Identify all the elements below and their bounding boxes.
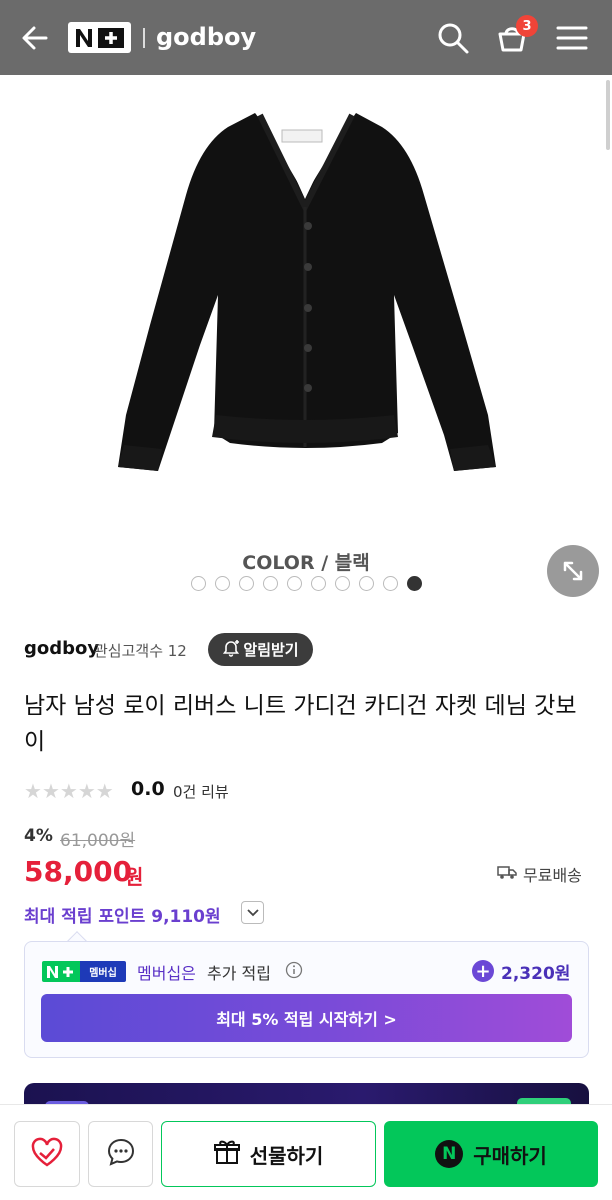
gallery-dot[interactable] — [263, 576, 278, 591]
membership-label: 멤버십은 — [137, 964, 196, 983]
product-title: 남자 남성 로이 리버스 니트 가디건 카디건 자켓 데님 갓보이 — [24, 693, 577, 755]
gift-icon — [213, 1139, 240, 1170]
original-price: 61,000원 — [60, 831, 136, 851]
store-name[interactable]: godboy — [24, 638, 99, 659]
search-icon[interactable] — [435, 20, 471, 56]
chevron-down-icon[interactable] — [241, 901, 264, 924]
gallery-pagination — [191, 576, 422, 591]
discount-rate: 4% — [24, 826, 53, 846]
gallery-dot[interactable] — [407, 576, 422, 591]
gallery-dot[interactable] — [311, 576, 326, 591]
image-caption: COLOR / 블랙 — [242, 552, 370, 574]
star-icon: ★ — [24, 779, 42, 803]
plus-icon: + — [472, 960, 494, 982]
nplus-membership-logo: 멤버십 — [42, 961, 126, 982]
membership-label-rest: 추가 적립 — [207, 964, 271, 983]
product-image[interactable] — [0, 75, 612, 535]
membership-extra-points: 2,320원 — [501, 964, 571, 984]
gallery-dot[interactable] — [215, 576, 230, 591]
header-divider — [143, 28, 145, 48]
star-icon: ★ — [77, 779, 96, 803]
buy-button[interactable]: N 구매하기 — [384, 1121, 598, 1187]
price-currency: 원 — [125, 865, 144, 889]
gallery-dot[interactable] — [359, 576, 374, 591]
naver-pay-icon: N — [435, 1140, 464, 1168]
back-arrow-icon[interactable] — [18, 22, 52, 54]
alarm-button[interactable]: 알림받기 — [208, 633, 313, 666]
store-brand[interactable]: godboy — [156, 23, 256, 51]
gift-label: 선물하기 — [249, 1143, 324, 1168]
scroll-indicator[interactable] — [606, 80, 610, 150]
shipping-info: 무료배송 — [497, 862, 582, 886]
heart-icon — [30, 1137, 64, 1171]
buy-label: 구매하기 — [473, 1143, 547, 1168]
chat-button[interactable] — [88, 1121, 153, 1187]
membership-box: 멤버십 멤버십은 추가 적립 + 2,320원 최대 5% 적립 시작하기 > — [24, 941, 589, 1058]
cart-count-badge: 3 — [516, 15, 538, 37]
menu-icon[interactable] — [554, 20, 590, 56]
product-page: godboy 3 COLOR / 블랙 godboy 관심고객수 12 알림받기… — [0, 0, 612, 1200]
gallery-dot[interactable] — [287, 576, 302, 591]
bottom-action-bar: 선물하기 N 구매하기 — [0, 1104, 612, 1200]
gift-button[interactable]: 선물하기 — [161, 1121, 376, 1187]
rating-stars: ★ ★ ★ ★ ★ — [24, 779, 114, 803]
star-icon: ★ — [59, 779, 78, 803]
gallery-dot[interactable] — [239, 576, 254, 591]
alarm-label: 알림받기 — [243, 641, 299, 659]
bell-plus-icon — [222, 639, 240, 661]
membership-start-button[interactable]: 최대 5% 적립 시작하기 > — [41, 994, 572, 1042]
star-icon: ★ — [41, 779, 60, 803]
top-bar: godboy 3 — [0, 0, 612, 75]
rating-score: 0.0 — [131, 778, 165, 800]
sale-price: 58,000 — [24, 855, 133, 888]
info-icon[interactable] — [285, 961, 303, 983]
review-count[interactable]: 0건 리뷰 — [173, 781, 229, 802]
chat-icon — [105, 1136, 137, 1172]
followers-count: 관심고객수 12 — [94, 642, 187, 660]
max-points[interactable]: 최대 적립 포인트 9,110원 — [24, 902, 221, 927]
truck-icon — [497, 864, 517, 884]
shipping-label: 무료배송 — [523, 866, 582, 885]
gallery-dot[interactable] — [383, 576, 398, 591]
expand-icon[interactable] — [547, 545, 599, 597]
gallery-dot[interactable] — [191, 576, 206, 591]
nplus-logo[interactable] — [68, 22, 131, 53]
star-icon: ★ — [95, 779, 114, 803]
wishlist-button[interactable] — [14, 1121, 80, 1187]
gallery-dot[interactable] — [335, 576, 350, 591]
